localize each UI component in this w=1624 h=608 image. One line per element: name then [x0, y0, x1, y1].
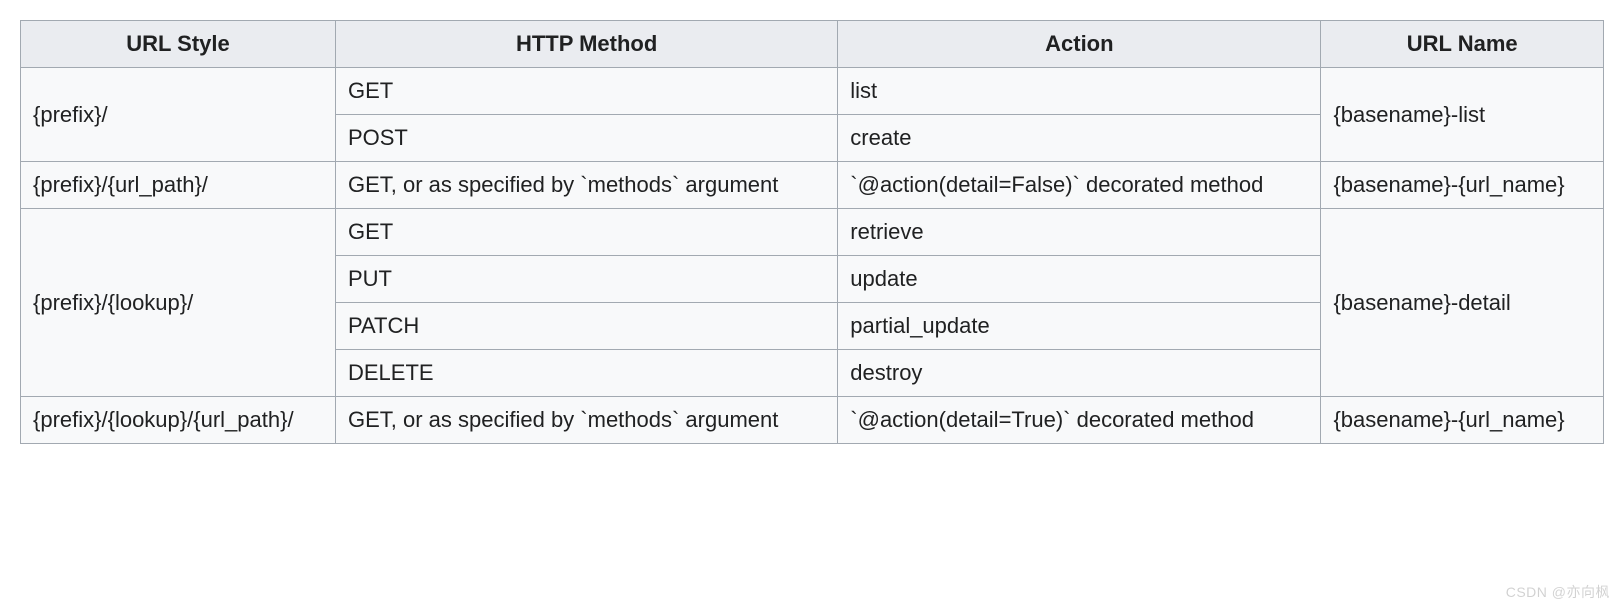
- cell-http-method: PUT: [335, 256, 837, 303]
- table-header-row: URL Style HTTP Method Action URL Name: [21, 21, 1604, 68]
- cell-url-name: {basename}-{url_name}: [1321, 162, 1604, 209]
- table-row: {prefix}/ GET list {basename}-list: [21, 68, 1604, 115]
- cell-action: retrieve: [838, 209, 1321, 256]
- col-header-http-method: HTTP Method: [335, 21, 837, 68]
- cell-action: create: [838, 115, 1321, 162]
- cell-action: update: [838, 256, 1321, 303]
- cell-action: partial_update: [838, 303, 1321, 350]
- col-header-url-style: URL Style: [21, 21, 336, 68]
- cell-action: list: [838, 68, 1321, 115]
- col-header-action: Action: [838, 21, 1321, 68]
- table-row: {prefix}/{lookup}/ GET retrieve {basenam…: [21, 209, 1604, 256]
- cell-action: destroy: [838, 350, 1321, 397]
- cell-url-style: {prefix}/{lookup}/{url_path}/: [21, 397, 336, 444]
- cell-url-style: {prefix}/{url_path}/: [21, 162, 336, 209]
- col-header-url-name: URL Name: [1321, 21, 1604, 68]
- table-row: {prefix}/{url_path}/ GET, or as specifie…: [21, 162, 1604, 209]
- cell-url-style: {prefix}/{lookup}/: [21, 209, 336, 397]
- cell-http-method: DELETE: [335, 350, 837, 397]
- cell-http-method: GET: [335, 209, 837, 256]
- router-url-table: URL Style HTTP Method Action URL Name {p…: [20, 20, 1604, 444]
- cell-http-method: PATCH: [335, 303, 837, 350]
- cell-url-name: {basename}-detail: [1321, 209, 1604, 397]
- cell-http-method: GET, or as specified by `methods` argume…: [335, 397, 837, 444]
- cell-http-method: GET: [335, 68, 837, 115]
- table-row: {prefix}/{lookup}/{url_path}/ GET, or as…: [21, 397, 1604, 444]
- cell-http-method: POST: [335, 115, 837, 162]
- cell-url-style: {prefix}/: [21, 68, 336, 162]
- cell-action: `@action(detail=False)` decorated method: [838, 162, 1321, 209]
- watermark: CSDN @亦向枫: [1506, 582, 1610, 602]
- cell-http-method: GET, or as specified by `methods` argume…: [335, 162, 837, 209]
- cell-url-name: {basename}-{url_name}: [1321, 397, 1604, 444]
- cell-action: `@action(detail=True)` decorated method: [838, 397, 1321, 444]
- cell-url-name: {basename}-list: [1321, 68, 1604, 162]
